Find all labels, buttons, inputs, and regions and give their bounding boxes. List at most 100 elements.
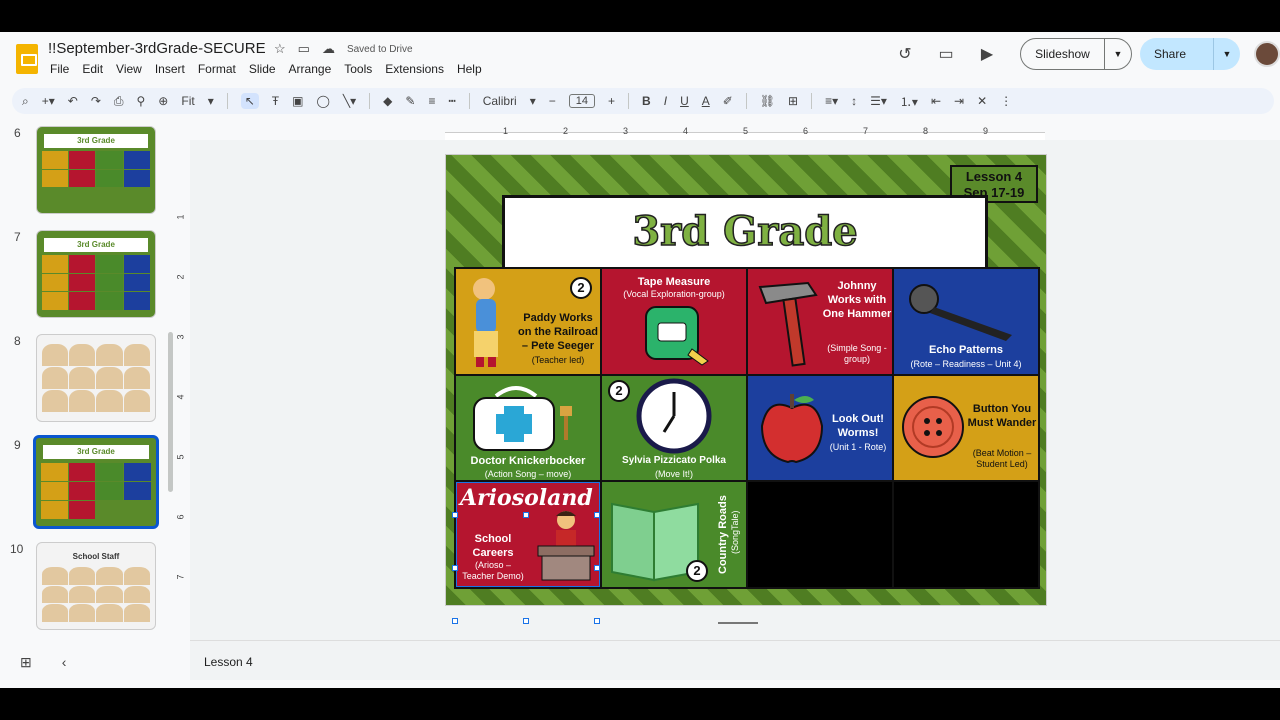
- menu-file[interactable]: File: [50, 62, 69, 76]
- menu-insert[interactable]: Insert: [155, 62, 185, 76]
- tile-doctor[interactable]: Doctor Knickerbocker (Action Song – move…: [456, 375, 600, 481]
- speaker-notes-text[interactable]: Lesson 4: [204, 655, 253, 669]
- text-box-icon[interactable]: Ŧ: [272, 94, 279, 108]
- numbered-list-icon[interactable]: ⒈▾: [900, 93, 918, 110]
- italic-icon[interactable]: I: [664, 94, 667, 108]
- vertical-ruler[interactable]: 1 2 3 4 5 6 7: [176, 150, 190, 640]
- menu-arrange[interactable]: Arrange: [289, 62, 332, 76]
- filmstrip-item[interactable]: 6 3rd Grade: [0, 122, 176, 222]
- fill-color-icon[interactable]: ◆: [383, 94, 392, 108]
- increase-font-icon[interactable]: +: [608, 94, 615, 108]
- slide-thumbnail[interactable]: 3rd Grade: [36, 126, 156, 214]
- select-cursor-icon[interactable]: ↖: [240, 93, 259, 109]
- resize-handle[interactable]: [452, 618, 458, 624]
- resize-handle[interactable]: [523, 512, 529, 518]
- slideshow-dropdown-icon[interactable]: ▼: [1105, 49, 1131, 59]
- version-history-icon[interactable]: ↺: [891, 40, 919, 68]
- cloud-saved-icon[interactable]: ☁: [322, 41, 335, 57]
- meet-video-icon[interactable]: ▶: [973, 40, 1001, 68]
- tile-tape-measure[interactable]: Tape Measure (Vocal Exploration-group): [602, 269, 746, 374]
- image-icon[interactable]: ▣: [292, 94, 303, 108]
- border-color-icon[interactable]: ✎: [405, 94, 415, 108]
- menu-view[interactable]: View: [116, 62, 142, 76]
- filmstrip-item[interactable]: 10 School Staff: [0, 538, 176, 638]
- tile-paddy[interactable]: 2 Paddy Works on the Railroad – Pete See…: [456, 269, 600, 374]
- comment-add-icon[interactable]: ⊞: [788, 94, 798, 108]
- move-folder-icon[interactable]: ▭: [298, 41, 310, 57]
- slideshow-button[interactable]: Slideshow ▼: [1020, 38, 1132, 70]
- border-dash-icon[interactable]: ┅: [448, 94, 455, 108]
- zoom-icon[interactable]: ⊕: [158, 94, 168, 108]
- notes-resize-handle[interactable]: [718, 622, 758, 624]
- font-dropdown-icon[interactable]: ▾: [530, 94, 536, 108]
- tile-echo-patterns[interactable]: Echo Patterns (Rote – Readiness – Unit 4…: [894, 269, 1038, 374]
- align-icon[interactable]: ≡▾: [825, 94, 838, 108]
- tile-country-roads[interactable]: 2 Country Roads (SongTale): [602, 482, 746, 587]
- resize-handle[interactable]: [523, 618, 529, 624]
- filmstrip-item[interactable]: 8: [0, 330, 176, 430]
- line-icon[interactable]: ╲▾: [343, 94, 356, 108]
- avatar[interactable]: [1254, 41, 1280, 67]
- text-color-icon[interactable]: A: [702, 94, 710, 108]
- comments-icon[interactable]: ▭: [932, 40, 960, 68]
- slide-thumbnail[interactable]: School Staff: [36, 542, 156, 630]
- new-slide-icon[interactable]: +▾: [42, 94, 55, 108]
- decrease-indent-icon[interactable]: ⇤: [931, 94, 941, 108]
- star-icon[interactable]: ☆: [274, 41, 286, 57]
- border-weight-icon[interactable]: ≡: [428, 94, 435, 108]
- menu-help[interactable]: Help: [457, 62, 482, 76]
- filmstrip-scrollbar[interactable]: [168, 332, 173, 492]
- slideshow-label[interactable]: Slideshow: [1021, 39, 1105, 69]
- font-select[interactable]: Calibri: [483, 94, 517, 108]
- share-button[interactable]: Share ▼: [1140, 38, 1240, 70]
- underline-icon[interactable]: U: [680, 94, 689, 108]
- tile-look-out-worms[interactable]: Look Out! Worms! (Unit 1 - Rote): [748, 375, 892, 481]
- menu-tools[interactable]: Tools: [344, 62, 372, 76]
- decrease-font-icon[interactable]: −: [549, 94, 556, 108]
- zoom-dropdown-icon[interactable]: ▾: [208, 94, 214, 108]
- document-title[interactable]: !!September-3rdGrade-SECURE: [48, 40, 266, 57]
- shape-icon[interactable]: ◯: [316, 94, 329, 108]
- filmstrip-item[interactable]: 7 3rd Grade: [0, 226, 176, 326]
- resize-handle[interactable]: [594, 618, 600, 624]
- speaker-notes[interactable]: Lesson 4: [190, 640, 1280, 680]
- tile-johnny[interactable]: Johnny Works with One Hammer (Simple Son…: [748, 269, 892, 374]
- share-label[interactable]: Share: [1140, 38, 1214, 70]
- tile-ariosoland[interactable]: Ariosoland School Careers (Arioso – Teac…: [456, 482, 600, 587]
- slide-thumbnail[interactable]: [36, 334, 156, 422]
- bulleted-list-icon[interactable]: ☰▾: [870, 94, 887, 108]
- more-options-icon[interactable]: ⋮: [1000, 94, 1012, 108]
- grid-view-icon[interactable]: ⊞: [20, 654, 32, 671]
- filmstrip-item[interactable]: 9 3rd Grade: [0, 434, 176, 534]
- resize-handle[interactable]: [594, 512, 600, 518]
- undo-icon[interactable]: ↶: [68, 94, 78, 108]
- current-slide[interactable]: Lesson 4 Sep 17-19 3rd Grade 2 Paddy Wor…: [445, 154, 1047, 606]
- link-icon[interactable]: ⛓: [760, 94, 775, 108]
- menu-slide[interactable]: Slide: [249, 62, 276, 76]
- line-spacing-icon[interactable]: ↕: [851, 94, 857, 108]
- clear-formatting-icon[interactable]: ✕: [977, 94, 987, 108]
- share-dropdown-icon[interactable]: ▼: [1214, 49, 1240, 59]
- collapse-filmstrip-icon[interactable]: ‹: [62, 654, 67, 671]
- highlight-icon[interactable]: ✐: [723, 94, 733, 108]
- resize-handle[interactable]: [452, 565, 458, 571]
- resize-handle[interactable]: [452, 512, 458, 518]
- slide-thumbnail-active[interactable]: 3rd Grade: [33, 435, 159, 529]
- resize-handle[interactable]: [594, 565, 600, 571]
- increase-indent-icon[interactable]: ⇥: [954, 94, 964, 108]
- grade-title-frame[interactable]: 3rd Grade: [502, 195, 988, 273]
- menu-format[interactable]: Format: [198, 62, 236, 76]
- redo-icon[interactable]: ↷: [91, 94, 101, 108]
- search-menus-icon[interactable]: ⌕: [22, 94, 29, 109]
- tile-sylvia[interactable]: 2 Sylvia Pizzicato Polka (Move It!): [602, 375, 746, 481]
- paint-format-icon[interactable]: ⚲: [137, 94, 146, 108]
- slide-canvas[interactable]: Lesson 4 Sep 17-19 3rd Grade 2 Paddy Wor…: [190, 140, 1280, 640]
- font-size-input[interactable]: 14: [568, 94, 596, 108]
- zoom-select[interactable]: Fit: [181, 94, 194, 108]
- print-icon[interactable]: ⎙: [114, 94, 124, 109]
- tile-button-wander[interactable]: Button You Must Wander (Beat Motion – St…: [894, 375, 1038, 481]
- menu-edit[interactable]: Edit: [82, 62, 103, 76]
- bold-icon[interactable]: B: [642, 94, 651, 108]
- slide-thumbnail[interactable]: 3rd Grade: [36, 230, 156, 318]
- horizontal-ruler[interactable]: 1 2 3 4 5 6 7 8 9: [190, 126, 1280, 140]
